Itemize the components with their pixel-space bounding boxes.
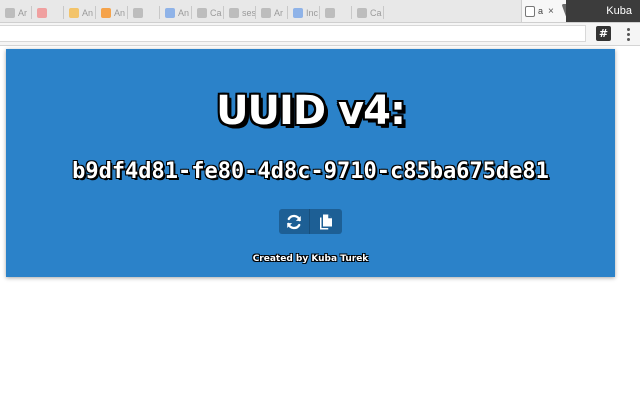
tab-title: An <box>82 7 94 18</box>
browser-tab[interactable]: An <box>98 3 128 22</box>
favicon-icon <box>101 7 111 18</box>
favicon-icon <box>229 7 239 18</box>
page-icon <box>525 5 535 17</box>
browser-toolbar: # <box>0 23 640 46</box>
refresh-button[interactable] <box>279 209 310 234</box>
tab-title: An <box>114 7 126 18</box>
uuid-value: b9df4d81-fe80-4d8c-9710-c85ba675de81 <box>72 159 549 184</box>
popup-title: UUID v4: <box>216 88 406 134</box>
favicon-icon <box>357 7 367 18</box>
address-bar[interactable] <box>0 25 586 42</box>
browser-tab[interactable]: Inc <box>290 3 320 22</box>
close-tab-icon[interactable]: × <box>548 6 554 17</box>
favicon-icon <box>5 7 15 18</box>
browser-tab[interactable]: ses <box>226 3 256 22</box>
tab-title: Ar <box>18 7 27 18</box>
profile-button[interactable]: Kuba <box>566 0 640 22</box>
browser-tabstrip: Ar An An An Ca ses Ar Inc Ca a × Kuba <box>0 0 640 23</box>
tab-title: Ca <box>210 7 222 18</box>
browser-tab[interactable]: An <box>66 3 96 22</box>
browser-tab[interactable]: Ar <box>258 3 288 22</box>
credit-text: Created by Kuba Turek <box>252 254 369 264</box>
tab-title: a <box>538 6 544 16</box>
browser-tab[interactable] <box>34 3 64 22</box>
tab-title: Inc <box>306 7 319 18</box>
favicon-icon <box>197 7 207 18</box>
favicon-icon <box>261 7 271 18</box>
browser-tab[interactable] <box>130 3 160 22</box>
browser-tab[interactable] <box>322 3 352 22</box>
favicon-icon <box>293 7 303 18</box>
tab-title: An <box>178 7 190 18</box>
refresh-icon <box>287 214 301 229</box>
copy-button[interactable] <box>310 209 342 234</box>
browser-tab[interactable]: Ca <box>194 3 224 22</box>
favicon-icon <box>325 7 335 18</box>
favicon-icon <box>165 7 175 18</box>
browser-tab[interactable]: Ca <box>354 3 384 22</box>
copy-icon <box>320 214 332 229</box>
extension-button[interactable]: # <box>596 26 611 41</box>
hash-icon: # <box>598 27 609 40</box>
favicon-icon <box>133 7 143 18</box>
favicon-icon <box>69 7 79 18</box>
tab-title: Ar <box>274 7 283 18</box>
action-buttons <box>279 209 342 234</box>
browser-tab[interactable]: Ar <box>2 3 32 22</box>
browser-menu-button[interactable] <box>622 25 634 43</box>
favicon-icon <box>37 7 47 18</box>
tab-title: ses <box>242 7 257 18</box>
browser-tab[interactable]: An <box>162 3 192 22</box>
tab-title: Ca <box>370 7 382 18</box>
profile-name: Kuba <box>606 5 632 17</box>
